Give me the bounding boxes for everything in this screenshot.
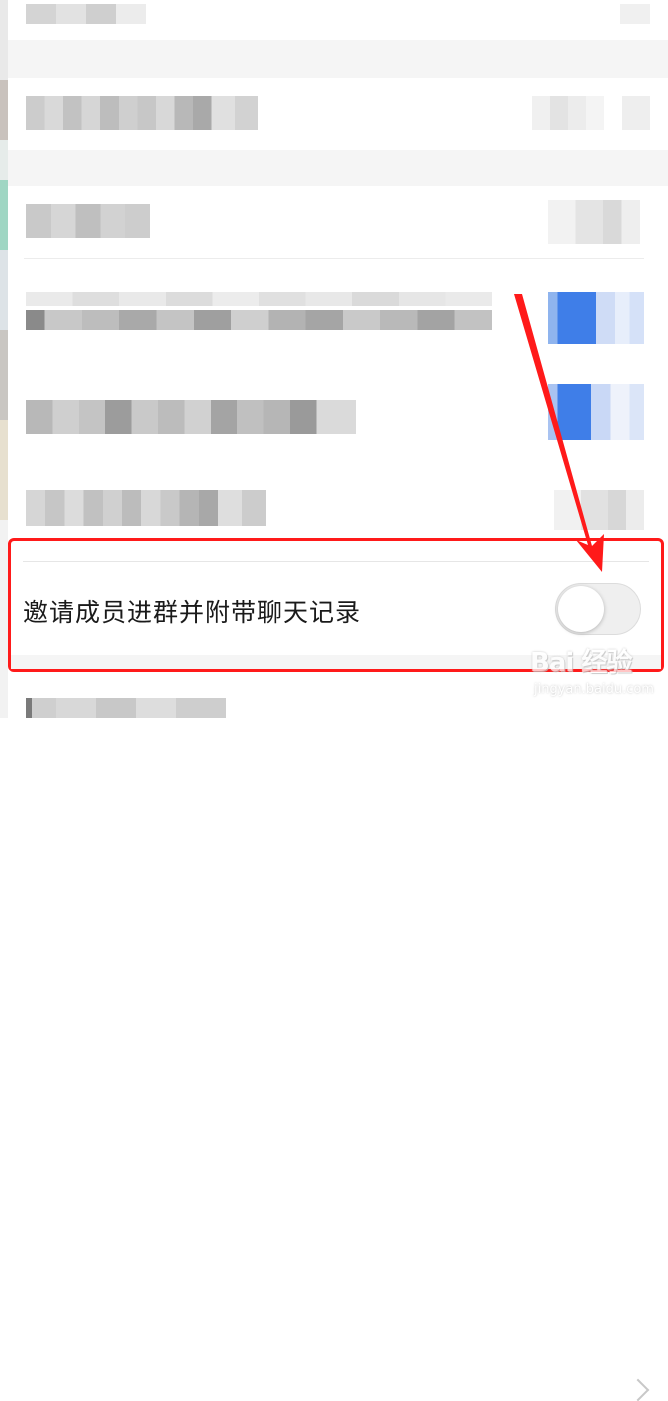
blurred-avatar: [548, 200, 640, 244]
baidu-jingyan-watermark: Bai 经验 jingyan.baidu.com: [530, 640, 660, 710]
blurred-toggle-on: [548, 384, 644, 440]
blurred-text: [26, 490, 266, 526]
watermark-url: jingyan.baidu.com: [534, 682, 654, 697]
row-divider: [24, 258, 644, 259]
blurred-text: [26, 4, 146, 24]
blurred-text: [26, 292, 492, 306]
chevron-right-icon: [626, 1378, 650, 1401]
left-edge-strip: [0, 0, 8, 718]
blurred-text: [26, 400, 356, 434]
blurred-text: [26, 310, 492, 330]
blurred-value: [554, 490, 644, 530]
settings-row-blurred-4[interactable]: [8, 270, 668, 360]
blurred-value: [532, 96, 604, 130]
settings-row-blurred-6[interactable]: [8, 478, 668, 534]
settings-row-blurred-3[interactable]: [8, 186, 668, 256]
settings-row-blurred-5[interactable]: [8, 380, 668, 450]
section-gap: [8, 150, 668, 186]
toggle-knob: [558, 586, 604, 632]
blurred-chevron: [622, 96, 650, 130]
blurred-toggle-on: [548, 292, 644, 344]
blurred-value: [620, 4, 650, 24]
watermark-logo: Bai 经验: [530, 648, 632, 678]
row-divider: [23, 561, 649, 562]
blurred-text: [26, 204, 150, 238]
invite-with-chat-history-toggle[interactable]: [555, 583, 641, 635]
invite-with-chat-history-label: 邀请成员进群并附带聊天记录: [23, 598, 362, 627]
settings-row-blurred-2[interactable]: [8, 78, 668, 150]
blurred-text: [26, 698, 226, 718]
section-gap: [8, 40, 668, 78]
blurred-text: [26, 96, 258, 130]
settings-row-blurred-1[interactable]: [8, 0, 668, 40]
